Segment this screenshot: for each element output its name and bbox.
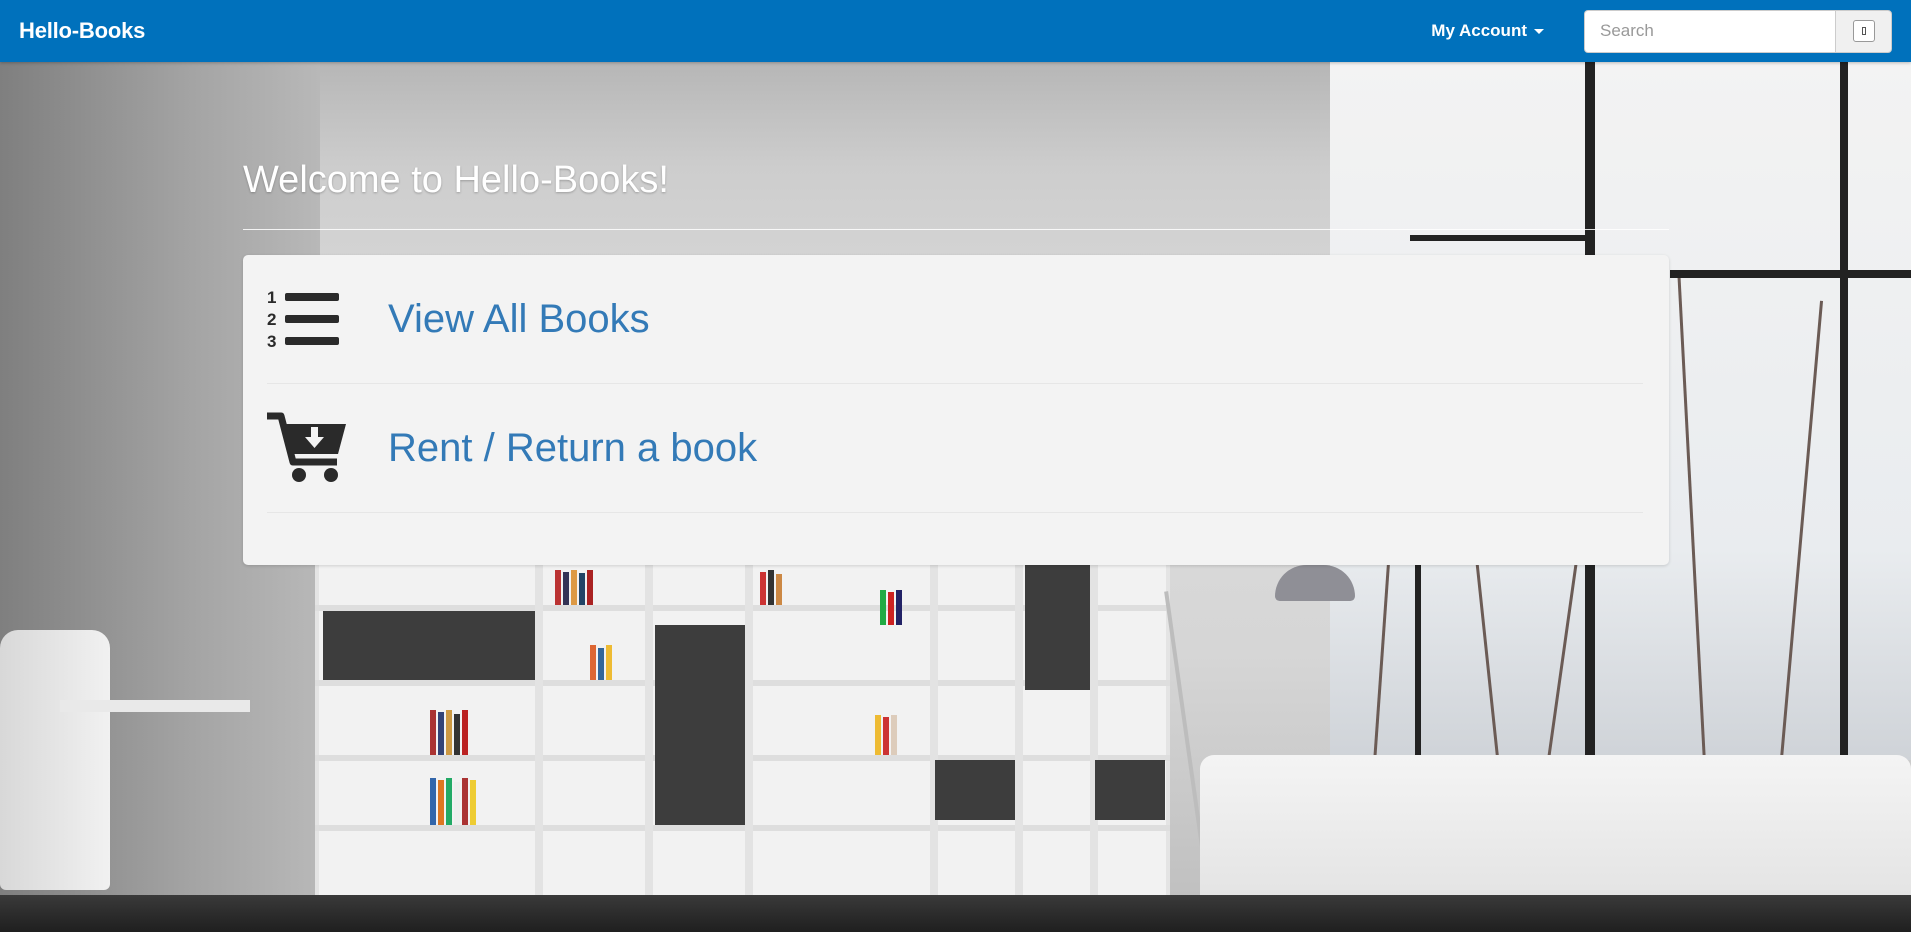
search-form bbox=[1584, 9, 1892, 53]
view-all-books-link[interactable]: 1 2 3 View All Books bbox=[267, 255, 1643, 384]
svg-text:1: 1 bbox=[267, 288, 276, 307]
navbar: Hello-Books My Account bbox=[0, 0, 1911, 62]
caret-down-icon bbox=[1534, 28, 1544, 34]
my-account-dropdown[interactable]: My Account bbox=[1431, 21, 1544, 41]
numbered-list-icon: 1 2 3 bbox=[267, 283, 347, 355]
menu-panel: 1 2 3 View All Books Rent / Return a boo… bbox=[243, 255, 1669, 565]
brand-link[interactable]: Hello-Books bbox=[19, 18, 145, 44]
navbar-right: My Account bbox=[1431, 9, 1892, 53]
menu-item-label: View All Books bbox=[388, 297, 650, 341]
my-account-label: My Account bbox=[1431, 21, 1527, 40]
page-title: Welcome to Hello-Books! bbox=[243, 159, 669, 201]
svg-text:3: 3 bbox=[267, 332, 276, 350]
svg-text:2: 2 bbox=[267, 310, 276, 329]
search-input[interactable] bbox=[1584, 9, 1835, 53]
menu-item-label: Rent / Return a book bbox=[388, 426, 758, 470]
search-icon bbox=[1852, 20, 1875, 42]
search-button[interactable] bbox=[1835, 9, 1892, 53]
title-divider bbox=[243, 229, 1669, 230]
rent-return-book-link[interactable]: Rent / Return a book bbox=[267, 384, 1643, 513]
main-content: Welcome to Hello-Books! 1 2 3 View All B… bbox=[243, 62, 1669, 565]
cart-download-icon bbox=[267, 412, 347, 484]
